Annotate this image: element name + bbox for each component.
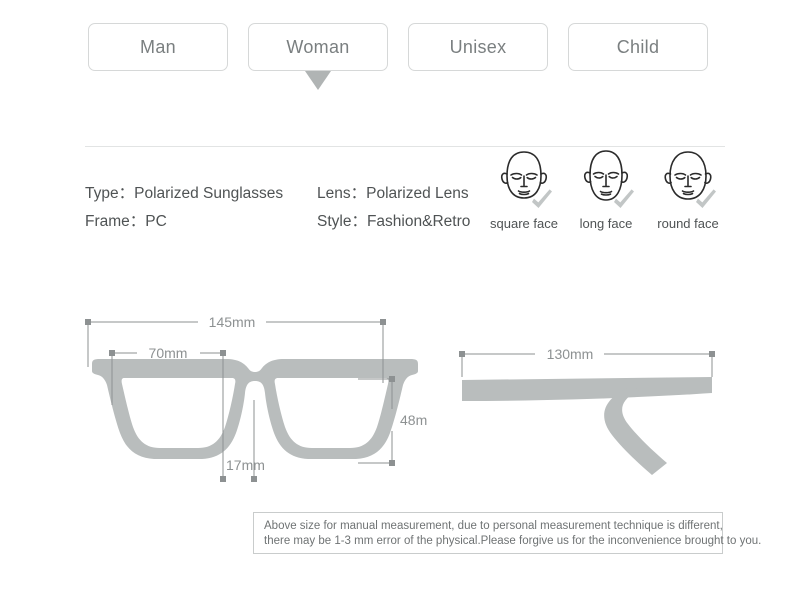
square-face-icon	[500, 151, 552, 208]
spec-lens-key: Lens：	[317, 185, 367, 202]
tab-child[interactable]: Child	[568, 23, 708, 71]
dimension-temple-length-label: 130mm	[547, 346, 594, 362]
spec-type-value: Polarized Sunglasses	[134, 185, 284, 202]
dim-endpoint-marker	[109, 350, 115, 356]
disclaimer-line-2: there may be 1-3 mm error of the physica…	[264, 535, 762, 547]
dimension-total-width-label: 145mm	[209, 314, 256, 330]
tab-child-label: Child	[616, 36, 660, 57]
spec-style-value: Fashion&Retro	[366, 213, 471, 230]
glasses-temple-diagram: 130mm	[440, 335, 730, 485]
face-shape-long-label: long face	[579, 216, 633, 231]
spec-frame-key: Frame：	[85, 213, 146, 230]
product-spec-panel: Man Woman Unisex Child Type： Polarized S…	[0, 0, 790, 590]
face-shape-round: round face	[651, 146, 725, 231]
dim-endpoint-marker	[459, 351, 465, 357]
check-icon	[532, 189, 552, 208]
dim-endpoint-marker	[709, 351, 715, 357]
dim-endpoint-marker	[220, 476, 226, 482]
dim-endpoint-marker	[85, 319, 91, 325]
disclaimer-line-1: Above size for manual measurement, due t…	[264, 520, 723, 532]
face-shape-round-label: round face	[657, 216, 719, 231]
face-shape-square: square face	[487, 146, 561, 231]
specifications-list: Type： Polarized Sunglasses Lens： Polariz…	[85, 178, 485, 234]
spec-row: Type： Polarized Sunglasses Lens： Polariz…	[85, 178, 485, 206]
dim-endpoint-marker	[220, 350, 226, 356]
recommended-face-shapes: square face long face round face	[487, 146, 725, 231]
dim-endpoint-marker	[380, 319, 386, 325]
tab-unisex[interactable]: Unisex	[408, 23, 548, 71]
dim-endpoint-marker	[389, 460, 395, 466]
selected-tab-caret-icon	[305, 71, 331, 90]
face-shape-long: long face	[569, 146, 643, 231]
spec-frame: Frame： PC	[85, 209, 317, 231]
tab-man-label: Man	[140, 36, 176, 57]
dimension-lens-height-label: 48mm	[400, 412, 428, 428]
measurement-disclaimer-box: Above size for manual measurement, due t…	[253, 512, 762, 554]
spec-lens-value: Polarized Lens	[366, 185, 469, 202]
long-face-icon	[583, 150, 634, 208]
spec-style: Style： Fashion&Retro	[317, 209, 470, 231]
check-icon	[614, 189, 634, 208]
spec-type-key: Type：	[85, 185, 135, 202]
dimension-bridge-width-label: 17mm	[226, 457, 265, 473]
round-face-icon	[664, 151, 716, 208]
tab-woman[interactable]: Woman	[248, 23, 388, 90]
dimension-lens-width-label: 70mm	[149, 345, 188, 361]
spec-style-key: Style：	[317, 213, 367, 230]
face-shape-square-label: square face	[490, 216, 558, 231]
spec-row: Frame： PC Style： Fashion&Retro	[85, 206, 485, 234]
gender-tab-bar: Man Woman Unisex Child	[88, 23, 708, 90]
dim-endpoint-marker	[251, 476, 257, 482]
glasses-frame-shape	[92, 359, 418, 459]
spec-lens: Lens： Polarized Lens	[317, 181, 469, 203]
check-icon	[696, 189, 716, 208]
dim-endpoint-marker	[389, 376, 395, 382]
spec-frame-value: PC	[145, 213, 167, 230]
spec-type: Type： Polarized Sunglasses	[85, 181, 317, 203]
tab-woman-label: Woman	[286, 36, 350, 57]
tab-man[interactable]: Man	[88, 23, 228, 71]
glasses-front-diagram: 145mm 70mm 48mm	[78, 305, 428, 500]
temple-arm-shape	[462, 377, 712, 475]
tab-unisex-label: Unisex	[449, 36, 507, 57]
